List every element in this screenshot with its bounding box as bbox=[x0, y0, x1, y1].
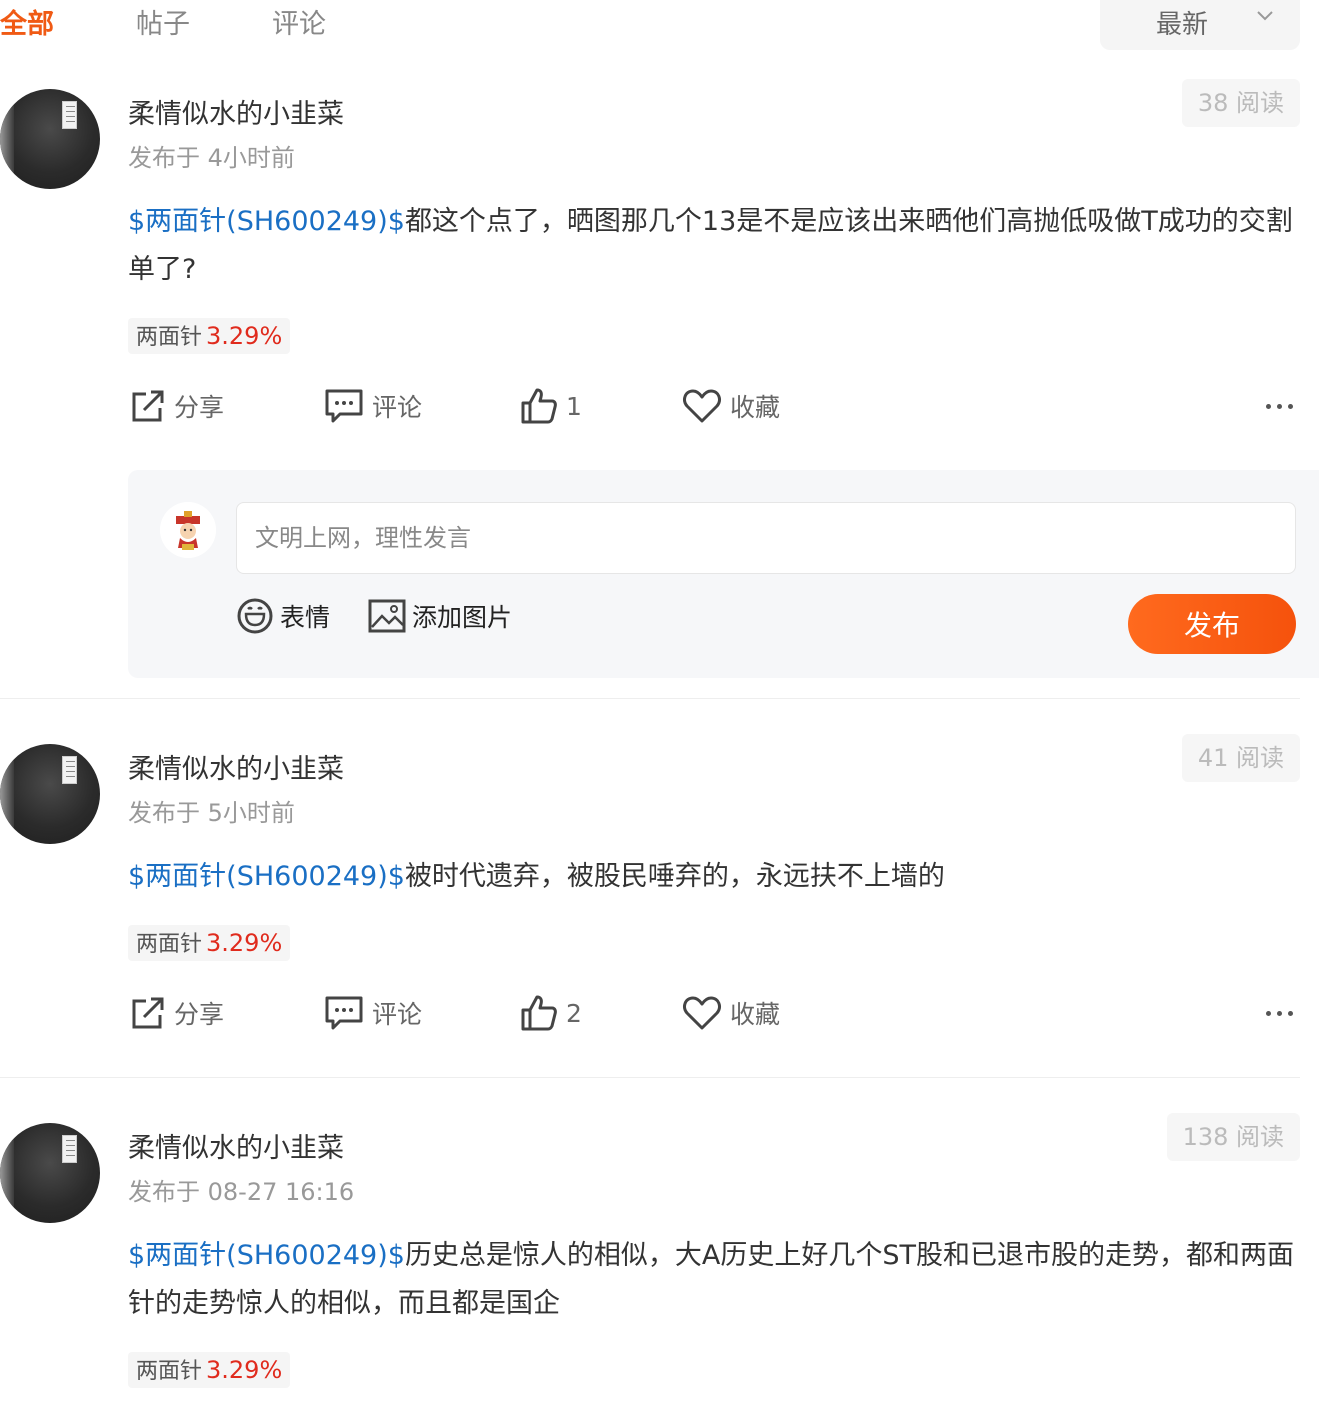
comment-button[interactable]: 评论 bbox=[324, 386, 422, 426]
comment-label: 评论 bbox=[372, 393, 423, 422]
like-button[interactable]: 2 bbox=[520, 993, 582, 1033]
avatar[interactable] bbox=[0, 744, 100, 844]
divider bbox=[0, 1077, 1300, 1078]
stock-tag[interactable]: 两面针 3.29% bbox=[128, 318, 291, 354]
post-content[interactable]: $两面针(SH600249)$都这个点了，晒图那几个13是不是应该出来晒他们高抛… bbox=[128, 198, 1303, 294]
author-name[interactable]: 柔情似水的小韭菜 bbox=[128, 747, 344, 786]
sort-dropdown[interactable]: 最新 bbox=[1100, 0, 1300, 50]
avatar[interactable] bbox=[0, 1123, 100, 1223]
share-icon bbox=[132, 997, 164, 1029]
comment-label: 评论 bbox=[372, 1000, 423, 1029]
tab-posts[interactable]: 帖子 bbox=[136, 2, 190, 41]
chevron-down-icon bbox=[1257, 11, 1273, 21]
stock-link[interactable]: $两面针(SH600249)$ bbox=[128, 1240, 405, 1271]
more-options-icon[interactable] bbox=[1262, 396, 1298, 416]
emoji-icon bbox=[237, 598, 273, 634]
stock-tag[interactable]: 两面针 3.29% bbox=[128, 1352, 291, 1388]
divider bbox=[0, 698, 1300, 699]
post-time: 发布于 5小时前 bbox=[128, 799, 295, 827]
thumbs-up-icon bbox=[521, 995, 557, 1031]
stock-tag-name: 两面针 bbox=[136, 932, 203, 957]
emoji-label: 表情 bbox=[280, 603, 331, 632]
post-text: 被时代遗弃，被股民唾弃的，永远扶不上墙的 bbox=[404, 861, 945, 892]
stock-link[interactable]: $两面针(SH600249)$ bbox=[128, 206, 405, 237]
comment-icon bbox=[325, 996, 363, 1030]
comment-composer: 表情 添加图片 发布 bbox=[128, 470, 1319, 678]
author-name[interactable]: 柔情似水的小韭菜 bbox=[128, 92, 344, 131]
like-count: 2 bbox=[566, 998, 582, 1028]
emoji-button[interactable]: 表情 bbox=[236, 596, 330, 636]
author-name[interactable]: 柔情似水的小韭菜 bbox=[128, 1126, 344, 1165]
read-count-badge: 41 阅读 bbox=[1181, 734, 1300, 782]
tab-comments[interactable]: 评论 bbox=[272, 2, 326, 41]
user-avatar bbox=[160, 502, 216, 558]
comment-icon bbox=[325, 389, 363, 423]
filter-tabs: 全部 帖子 评论 最新 bbox=[0, 0, 1319, 52]
more-options-icon[interactable] bbox=[1262, 1003, 1298, 1023]
like-count: 1 bbox=[566, 391, 582, 421]
heart-icon bbox=[683, 996, 721, 1030]
read-count-badge: 138 阅读 bbox=[1166, 1113, 1300, 1161]
post-time: 发布于 08-27 16:16 bbox=[128, 1178, 355, 1206]
share-icon bbox=[132, 390, 164, 422]
favorite-button[interactable]: 收藏 bbox=[682, 993, 780, 1033]
comment-input[interactable] bbox=[236, 502, 1296, 574]
share-button[interactable]: 分享 bbox=[130, 386, 224, 426]
post-content[interactable]: $两面针(SH600249)$历史总是惊人的相似，大A历史上好几个ST股和已退市… bbox=[128, 1232, 1303, 1328]
share-button[interactable]: 分享 bbox=[130, 993, 224, 1033]
add-image-label: 添加图片 bbox=[412, 603, 513, 632]
publish-button[interactable]: 发布 bbox=[1128, 594, 1296, 654]
stock-tag[interactable]: 两面针 3.29% bbox=[128, 925, 291, 961]
stock-tag-name: 两面针 bbox=[136, 1359, 203, 1384]
share-label: 分享 bbox=[174, 1000, 225, 1029]
add-image-button[interactable]: 添加图片 bbox=[368, 596, 512, 636]
favorite-label: 收藏 bbox=[730, 1000, 781, 1029]
post-content[interactable]: $两面针(SH600249)$被时代遗弃，被股民唾弃的，永远扶不上墙的 bbox=[128, 853, 1303, 901]
comment-button[interactable]: 评论 bbox=[324, 993, 422, 1033]
god-of-wealth-avatar-icon bbox=[160, 502, 216, 558]
sort-label: 最新 bbox=[1156, 10, 1209, 40]
read-count-badge: 38 阅读 bbox=[1181, 79, 1300, 127]
stock-tag-change: 3.29% bbox=[206, 322, 283, 350]
stock-tag-name: 两面针 bbox=[136, 325, 203, 350]
image-icon bbox=[368, 599, 406, 633]
thumbs-up-icon bbox=[521, 388, 557, 424]
stock-link[interactable]: $两面针(SH600249)$ bbox=[128, 861, 405, 892]
heart-icon bbox=[683, 389, 721, 423]
share-label: 分享 bbox=[174, 393, 225, 422]
post-time: 发布于 4小时前 bbox=[128, 144, 295, 172]
favorite-button[interactable]: 收藏 bbox=[682, 386, 780, 426]
favorite-label: 收藏 bbox=[730, 393, 781, 422]
stock-tag-change: 3.29% bbox=[206, 929, 283, 957]
avatar[interactable] bbox=[0, 89, 100, 189]
stock-tag-change: 3.29% bbox=[206, 1356, 283, 1384]
tab-all[interactable]: 全部 bbox=[0, 2, 54, 41]
like-button[interactable]: 1 bbox=[520, 386, 582, 426]
